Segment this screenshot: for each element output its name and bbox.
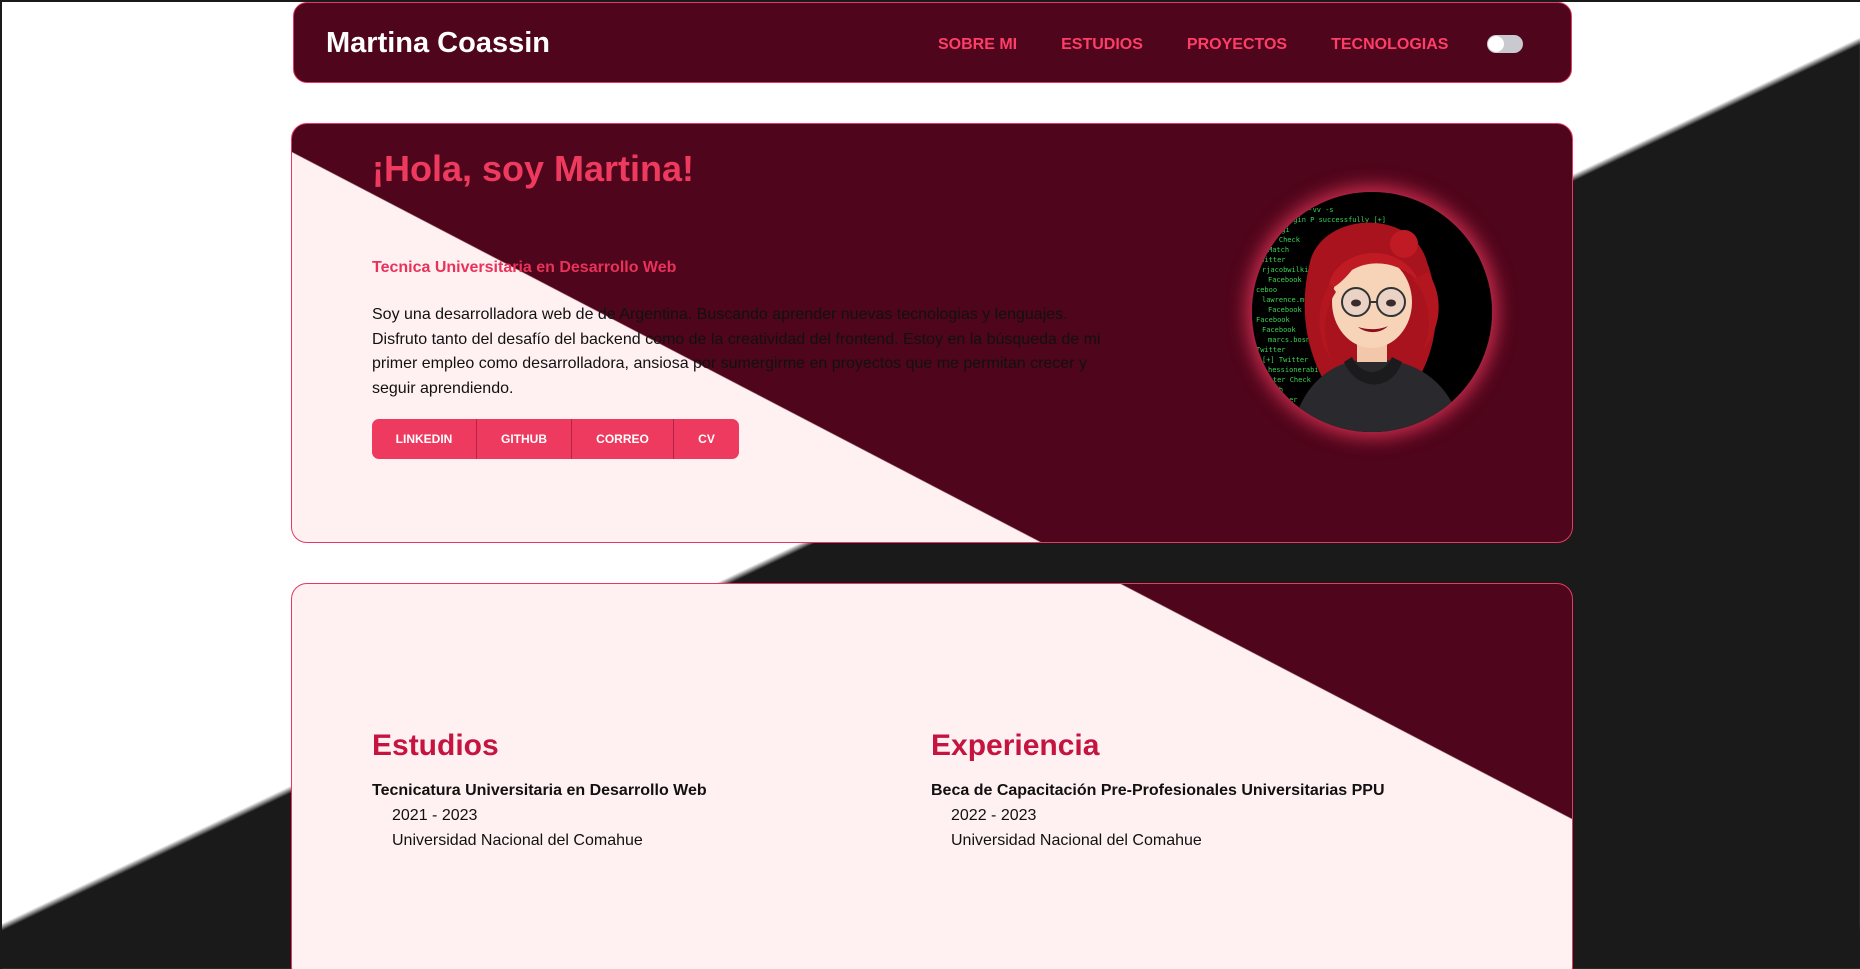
navbar: Martina Coassin SOBRE MI ESTUDIOS PROYEC… — [293, 2, 1572, 83]
toggle-knob — [1488, 36, 1504, 52]
window-left-border — [0, 0, 2, 969]
code-line: Facebook — [1262, 326, 1297, 334]
experience-item-title: Beca de Capacitación Pre-Profesionales U… — [931, 782, 1385, 799]
code-line: topper.dev jolik — [1256, 196, 1324, 204]
experience-item-institution: Universidad Nacional del Comahue — [951, 831, 1202, 849]
experience-item-years: 2022 - 2023 — [951, 807, 1037, 824]
linkedin-button[interactable]: LINKEDIN — [372, 419, 476, 459]
nav-link-estudios[interactable]: ESTUDIOS — [1061, 36, 1143, 54]
cv-button[interactable]: CV — [673, 419, 739, 459]
email-button[interactable]: CORREO — [571, 419, 673, 459]
code-line: [+] Twitter — [1262, 356, 1308, 364]
nav-links: SOBRE MI ESTUDIOS PROYECTOS TECNOLOGIAS — [938, 36, 1448, 54]
code-line: gp -li -ig -vv -s — [1262, 206, 1334, 214]
code-line: Twitter Check — [1256, 376, 1312, 384]
brand-name[interactable]: Martina Coassin — [326, 27, 550, 60]
code-line: Check — [1262, 416, 1284, 424]
hero-subtitle: Tecnica Universitaria en Desarrollo Web — [372, 259, 677, 276]
code-line: ook Logi — [1256, 226, 1290, 234]
studies-column: Estudios Tecnicatura Universitaria en De… — [372, 729, 707, 853]
social-button-group: LINKEDIN GITHUB CORREO CV — [372, 419, 739, 459]
study-item-title: Tecnicatura Universitaria en Desarrollo … — [372, 782, 707, 799]
nav-link-sobre-mi[interactable]: SOBRE MI — [938, 36, 1017, 54]
experience-title: Experiencia — [931, 729, 1100, 762]
avatar-illustration: topper.dev jolik gp -li -ig -vv -s ook Log… — [1252, 192, 1492, 432]
hero-section: ¡Hola, soy Martina! Tecnica Universitari… — [291, 123, 1573, 543]
studies-title: Estudios — [372, 729, 499, 762]
hero-title: ¡Hola, soy Martina! — [372, 148, 695, 189]
code-line: Watch — [1262, 386, 1283, 394]
code-line: ack Check — [1262, 236, 1301, 244]
code-line: Match — [1268, 426, 1289, 432]
code-line: ceboo — [1256, 286, 1277, 294]
code-line: Match — [1268, 246, 1289, 254]
hero-bio: Soy una desarrolladora web de de Argenti… — [372, 306, 1101, 397]
theme-toggle[interactable] — [1487, 35, 1523, 53]
code-line: Facebook — [1268, 306, 1303, 314]
github-button[interactable]: GITHUB — [476, 419, 571, 459]
studies-section: Estudios Tecnicatura Universitaria en De… — [291, 583, 1573, 969]
code-line: Twitter — [1256, 256, 1286, 264]
code-line: Twitter — [1268, 396, 1298, 404]
code-line: Facebook — [1256, 316, 1291, 324]
study-item-institution: Universidad Nacional del Comahue — [392, 831, 643, 849]
avatar: topper.dev jolik gp -li -ig -vv -s ook Log… — [1252, 192, 1492, 432]
code-line: Check 2 — [1256, 406, 1286, 414]
code-line: Facebook — [1268, 276, 1303, 284]
nav-link-proyectos[interactable]: PROYECTOS — [1187, 36, 1287, 54]
experience-column: Experiencia Beca de Capacitación Pre-Pro… — [931, 729, 1385, 853]
code-line: Twitter — [1256, 346, 1286, 354]
study-item-years: 2021 - 2023 — [392, 807, 478, 824]
nav-link-tecnologias[interactable]: TECNOLOGIAS — [1331, 36, 1448, 54]
